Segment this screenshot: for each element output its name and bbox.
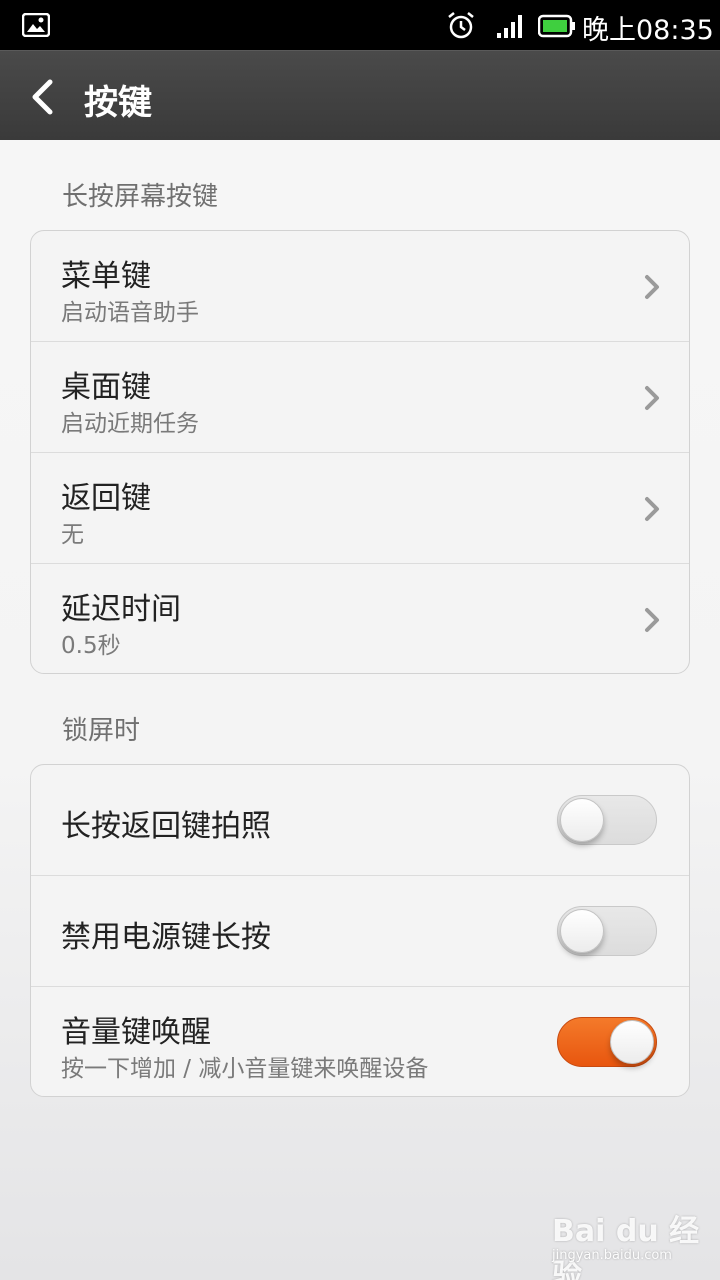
status-bar: 晚上08:35 [0,0,720,50]
chevron-right-icon [645,497,659,521]
battery-icon [538,14,575,38]
photo-toggle[interactable] [557,795,657,845]
list-item-disable-power-long-press: 禁用电源键长按 [31,876,689,987]
watermark-url: jingyan.baidu.com [552,1248,672,1263]
item-subtitle: 按一下增加 / 减小音量键来唤醒设备 [61,1056,429,1082]
list-item-volume-wake: 音量键唤醒 按一下增加 / 减小音量键来唤醒设备 [31,987,689,1096]
item-title: 延迟时间 [61,592,181,627]
list-item-back-key[interactable]: 返回键 无 [31,453,689,564]
power-long-press-toggle[interactable] [557,906,657,956]
volume-wake-toggle[interactable] [557,1017,657,1067]
chevron-right-icon [645,608,659,632]
item-title: 返回键 [61,481,151,516]
status-time: 晚上08:35 [582,15,714,46]
lock-screen-group: 长按返回键拍照 禁用电源键长按 音量键唤醒 按一下增加 / 减小音量键来唤醒设备 [30,764,690,1097]
page-title: 按键 [84,83,152,123]
baidu-watermark: Bai du 经验 jingyan.baidu.com [552,1206,702,1280]
back-arrow-icon[interactable] [30,79,56,115]
toggle-knob [560,798,604,842]
toggle-knob [560,909,604,953]
item-title: 桌面键 [61,370,151,405]
list-item-delay-time[interactable]: 延迟时间 0.5秒 [31,564,689,673]
signal-icon [497,15,522,38]
toggle-knob [610,1020,654,1064]
item-title: 禁用电源键长按 [61,920,271,955]
action-bar: 按键 [0,50,720,140]
list-item-home-key[interactable]: 桌面键 启动近期任务 [31,342,689,453]
watermark-logo: Bai du 经验 [552,1214,700,1280]
section-header-long-press: 长按屏幕按键 [62,182,219,212]
chevron-right-icon [645,275,659,299]
item-subtitle: 无 [61,522,84,548]
gallery-icon [22,13,50,37]
item-title: 菜单键 [61,259,151,294]
item-subtitle: 启动语音助手 [61,300,199,326]
list-item-long-press-back-photo: 长按返回键拍照 [31,765,689,876]
section-header-lock-screen: 锁屏时 [62,716,141,746]
item-title: 音量键唤醒 [61,1015,211,1050]
long-press-keys-group: 菜单键 启动语音助手 桌面键 启动近期任务 返回键 无 延迟时间 0.5秒 [30,230,690,674]
item-title: 长按返回键拍照 [61,809,271,844]
list-item-menu-key[interactable]: 菜单键 启动语音助手 [31,231,689,342]
item-subtitle: 启动近期任务 [61,411,199,437]
chevron-right-icon [645,386,659,410]
item-subtitle: 0.5秒 [61,633,121,659]
alarm-icon [448,12,474,39]
